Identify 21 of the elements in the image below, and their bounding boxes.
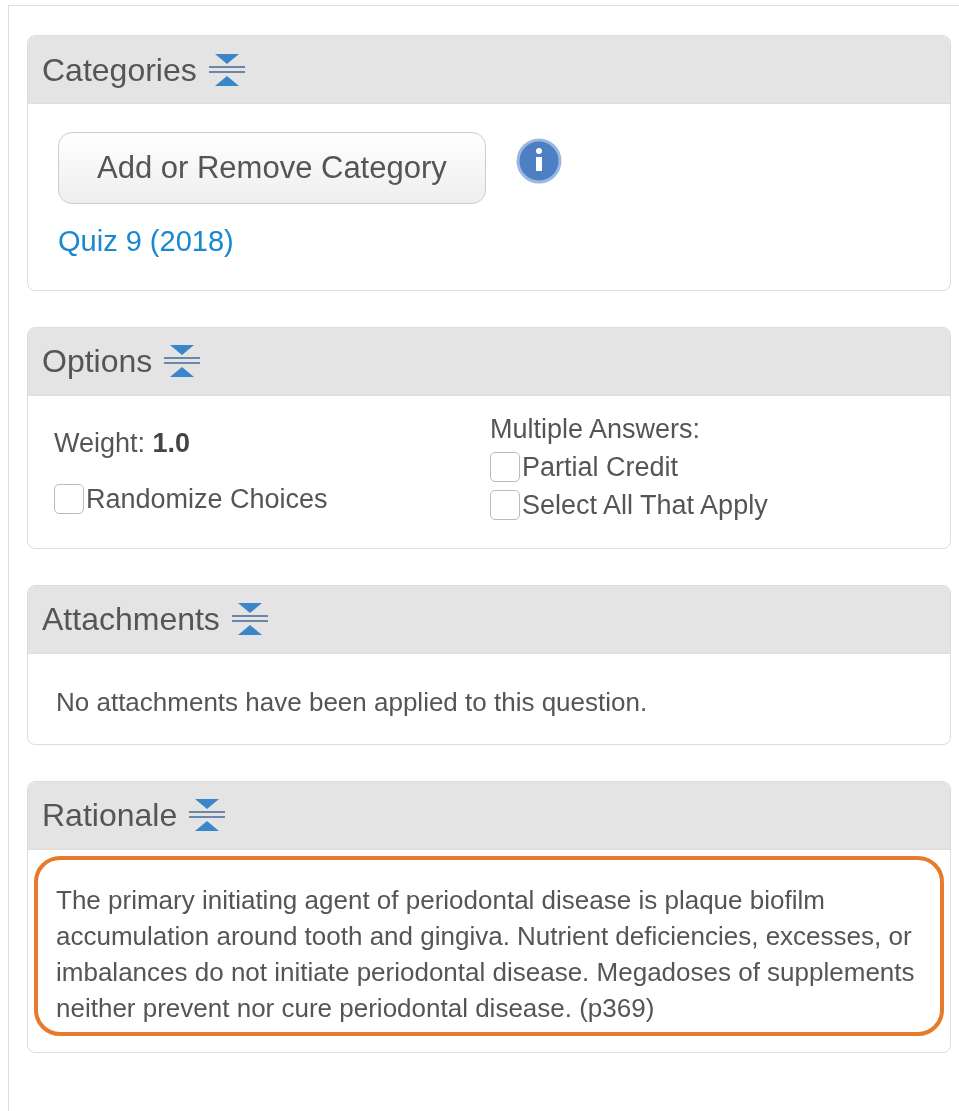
collapse-icon[interactable] (229, 601, 270, 637)
panel-title: Rationale (42, 796, 178, 835)
collapse-icon[interactable] (206, 51, 247, 88)
multiple-answers-label: Multiple Answers: (490, 412, 702, 446)
panel-title: Options (42, 342, 153, 381)
category-link[interactable]: Quiz 9 (2018) (58, 220, 920, 264)
checkbox-label: Select All That Apply (522, 488, 768, 522)
panel-title: Attachments (42, 600, 220, 639)
collapse-icon[interactable] (187, 797, 228, 833)
checkbox-label: Partial Credit (522, 450, 679, 484)
panel-text: No attachments have been applied to this question. (56, 685, 649, 719)
checkbox[interactable] (490, 451, 520, 482)
weight-text: Weight: 1.0 (54, 426, 192, 460)
add-remove-category-button[interactable]: Add or Remove Category (58, 132, 486, 204)
info-icon[interactable] (515, 138, 562, 184)
checkbox[interactable] (490, 489, 520, 520)
checkbox[interactable] (54, 483, 84, 514)
collapse-icon[interactable] (162, 343, 203, 379)
panel-text: The primary initiating agent of periodontal disease is plaque biofilm accumulation around tooth and gingiva. Nutrient deficiencies, excesses, or imbalances do not initiate periodontal disease. Megadoses of supplements neither prevent nor cure periodontal disease. (p369) (56, 883, 916, 1025)
panel-title: Categories (42, 50, 197, 90)
checkbox-label: Randomize Choices (86, 482, 328, 516)
